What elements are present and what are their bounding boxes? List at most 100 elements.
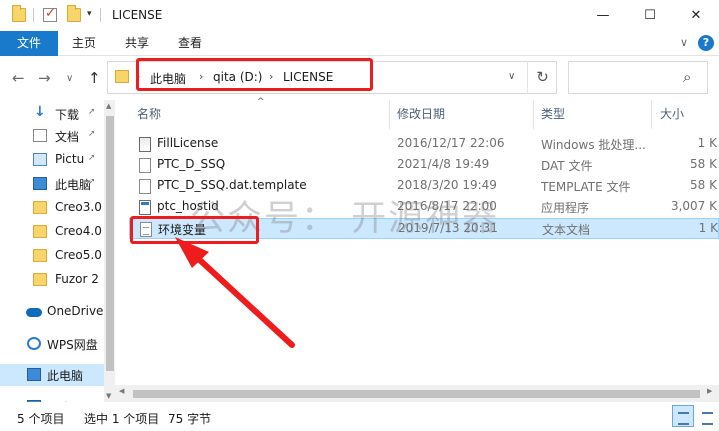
details-view-button[interactable] (672, 405, 694, 427)
large-icons-view-button[interactable] (696, 405, 718, 427)
folder-icon (115, 70, 129, 83)
file-size: 1 K (698, 221, 718, 235)
status-size: 75 字节 (168, 412, 212, 426)
executable-icon (139, 200, 151, 215)
file-row[interactable]: PTC_D_SSQ 2021/4/8 19:49 DAT 文件 58 K (129, 155, 719, 176)
forward-button[interactable]: → (38, 69, 51, 87)
sidebar-item-network[interactable]: 网络 (0, 396, 104, 402)
window-title: LICENSE (112, 8, 163, 22)
file-modified: 2016/12/17 22:06 (397, 136, 505, 150)
file-name: PTC_D_SSQ (157, 157, 226, 171)
sidebar-scrollbar-thumb[interactable] (106, 116, 114, 371)
highlight-box-file (130, 216, 259, 244)
help-icon[interactable]: ? (698, 35, 714, 51)
column-divider[interactable] (389, 100, 390, 129)
document-icon (33, 129, 47, 142)
scroll-up-icon[interactable]: ▲ (106, 102, 111, 110)
network-icon (27, 400, 41, 402)
pin-icon: ➚ (88, 107, 96, 117)
file-type: TEMPLATE 文件 (541, 180, 631, 194)
sidebar-item-documents[interactable]: 文档 ➚ (0, 125, 104, 147)
sidebar-item-creo40[interactable]: Creo4.0 (0, 221, 104, 243)
folder-icon (12, 5, 26, 22)
sidebar-item-onedrive[interactable]: OneDrive (0, 301, 104, 323)
column-header-type[interactable]: 类型 (541, 100, 646, 129)
folder-icon (33, 249, 47, 262)
status-item-count: 5 个项目 (17, 412, 65, 426)
tab-home[interactable]: 主页 (62, 31, 106, 56)
folder-icon (33, 201, 47, 214)
sidebar-item-label: Creo3.0 (55, 200, 102, 214)
pin-icon: ➚ (88, 129, 96, 139)
ribbon-collapse-button[interactable]: ∨ (680, 36, 688, 49)
sidebar-item-fuzor[interactable]: Fuzor 2 (0, 269, 104, 291)
maximize-button[interactable]: ☐ (627, 0, 673, 31)
wps-icon (27, 337, 41, 350)
properties-icon[interactable] (43, 6, 57, 22)
sidebar-item-wps[interactable]: WPS网盘 (0, 333, 104, 355)
minimize-button[interactable]: — (580, 0, 626, 31)
scroll-left-icon[interactable]: ◀ (119, 387, 124, 395)
file-type: Windows 批处理... (541, 138, 646, 152)
computer-icon (27, 368, 41, 381)
sidebar-item-creo30[interactable]: Creo3.0 (0, 197, 104, 219)
status-selection: 选中 1 个项目 (84, 412, 160, 426)
scroll-down-icon[interactable]: ▼ (106, 392, 111, 400)
file-size: 58 K (690, 157, 717, 171)
sidebar-item-label: 此电脑 (47, 369, 84, 383)
sidebar-item-label: 下载 (55, 108, 80, 122)
folder-icon (33, 273, 47, 286)
sidebar-item-label: Fuzor 2 (55, 272, 99, 286)
horizontal-scrollbar-thumb[interactable] (133, 390, 700, 398)
column-divider[interactable] (533, 100, 534, 129)
scroll-right-icon[interactable]: ▶ (707, 387, 712, 395)
file-name: FillLicense (157, 136, 219, 150)
refresh-button[interactable]: ↻ (527, 61, 557, 94)
back-button[interactable]: ← (12, 69, 25, 87)
column-header-size[interactable]: 大小 (660, 100, 715, 129)
file-icon (139, 158, 151, 173)
sidebar-item-label: Creo5.0 (55, 248, 102, 262)
title-bar: ▾ LICENSE — ☐ ✕ (0, 0, 719, 31)
tab-share[interactable]: 共享 (115, 31, 159, 56)
quick-access-dropdown[interactable]: ▾ (87, 9, 92, 19)
sidebar-item-downloads[interactable]: ↓ 下载 ➚ (0, 103, 104, 125)
recent-locations-button[interactable]: ∨ (66, 73, 73, 84)
file-row[interactable]: FillLicense 2016/12/17 22:06 Windows 批处理… (129, 134, 719, 155)
status-bar: 5 个项目 选中 1 个项目 75 字节 (0, 403, 719, 431)
up-button[interactable]: ↑ (88, 69, 101, 87)
pictures-icon (33, 153, 47, 166)
file-size: 1 K (697, 136, 717, 150)
sidebar-item-label: 文档 (55, 130, 80, 144)
sidebar-item-label: OneDrive (47, 304, 103, 318)
folder-icon (33, 225, 47, 238)
file-size: 58 K (690, 178, 717, 192)
navigation-pane: ↓ 下载 ➚ 文档 ➚ Pictu ➚ 此电脑 ➚ Creo3.0 Creo4.… (0, 100, 115, 402)
address-dropdown[interactable]: ∨ (508, 71, 515, 82)
sidebar-item-label: Pictu (55, 152, 85, 166)
search-icon[interactable]: ⌕ (683, 68, 691, 86)
file-size: 3,007 K (670, 199, 717, 213)
file-type: DAT 文件 (541, 159, 593, 173)
sidebar-item-pictures[interactable]: Pictu ➚ (0, 149, 104, 171)
separator (100, 8, 101, 22)
column-header-name[interactable]: 名称 (137, 100, 387, 129)
pin-icon: ➚ (88, 153, 96, 163)
file-type: 应用程序 (541, 201, 590, 215)
pin-icon: ➚ (88, 177, 96, 187)
file-icon (139, 179, 151, 194)
tab-view[interactable]: 查看 (168, 31, 212, 56)
new-folder-icon[interactable] (67, 5, 81, 22)
sidebar-item-creo50[interactable]: Creo5.0 (0, 245, 104, 267)
close-button[interactable]: ✕ (673, 0, 719, 31)
file-modified: 2021/4/8 19:49 (397, 157, 490, 171)
tab-file[interactable]: 文件 (0, 31, 58, 56)
ribbon-tabs: 文件 主页 共享 查看 ∨ (0, 31, 719, 56)
sidebar-item-this-pc[interactable]: 此电脑 (0, 364, 104, 386)
separator (33, 8, 34, 22)
sidebar-item-this-pc-pinned[interactable]: 此电脑 ➚ (0, 173, 104, 195)
column-divider[interactable] (651, 100, 652, 129)
highlight-box-address (136, 58, 373, 91)
column-header-modified[interactable]: 修改日期 (397, 100, 532, 129)
file-type: 文本文档 (542, 223, 591, 237)
